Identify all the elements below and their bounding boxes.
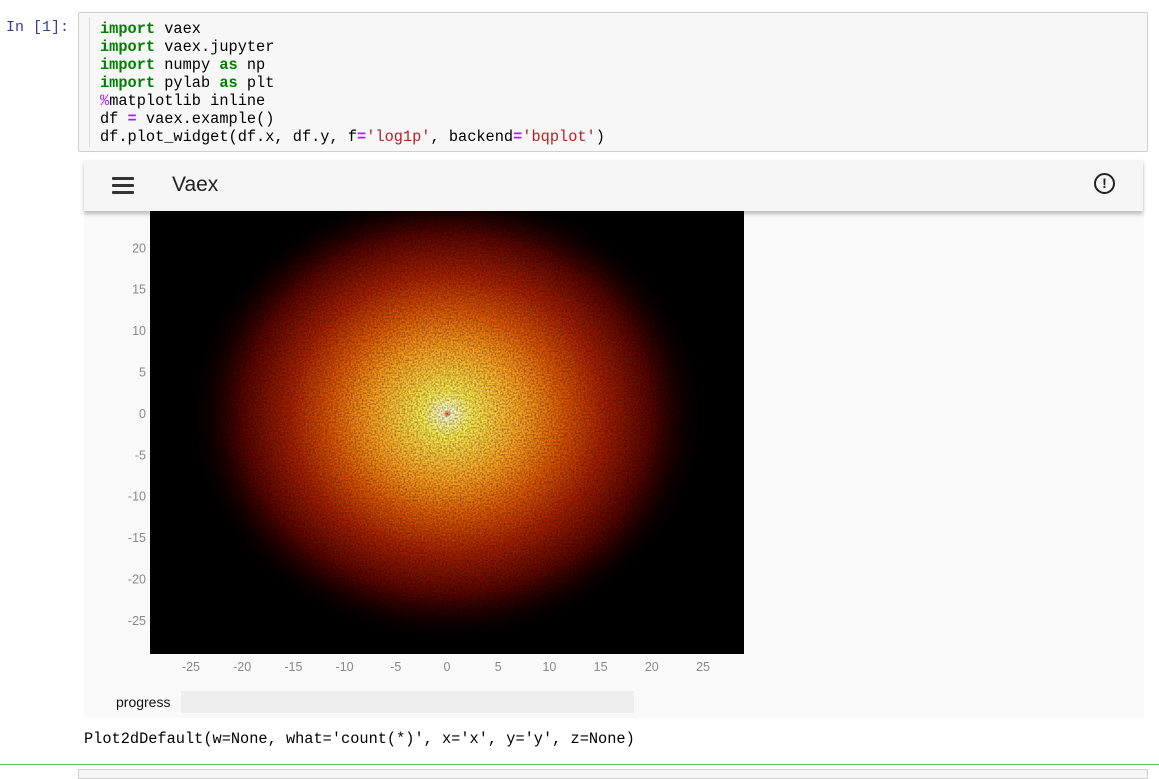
y-tick-label: -20 xyxy=(128,572,146,586)
info-circle-icon[interactable]: ! xyxy=(1094,173,1115,194)
x-tick-label: -15 xyxy=(284,660,302,674)
x-tick-label: 10 xyxy=(542,660,556,674)
y-tick-label: -15 xyxy=(128,531,146,545)
app-title: Vaex xyxy=(172,173,219,196)
progress-label: progress xyxy=(116,694,171,710)
heatmap-plot[interactable]: -25 -20 -15 -10 -5 0 5 10 15 20 25 20 15 10 5 0 -5 -10 -1… xyxy=(84,160,1144,680)
y-tick-label: 15 xyxy=(132,283,146,297)
x-tick-label: -25 xyxy=(182,660,200,674)
x-tick-label: 15 xyxy=(594,660,608,674)
x-tick-label: 5 xyxy=(495,660,502,674)
x-tick-label: -5 xyxy=(390,660,401,674)
y-tick-label: -5 xyxy=(135,448,146,462)
heatmap-noise xyxy=(150,211,744,654)
x-axis: -25 -20 -15 -10 -5 0 5 10 15 20 25 xyxy=(182,660,710,674)
x-tick-label: 20 xyxy=(645,660,659,674)
y-tick-label: -10 xyxy=(128,490,146,504)
y-tick-label: 0 xyxy=(139,407,146,421)
next-cell[interactable] xyxy=(0,764,1159,779)
x-tick-label: -10 xyxy=(336,660,354,674)
x-tick-label: -20 xyxy=(233,660,251,674)
next-cell-editor[interactable] xyxy=(78,769,1148,779)
cell-output: Plot2dDefault(w=None, what='count(*)', x… xyxy=(84,730,635,748)
hamburger-menu-icon[interactable] xyxy=(112,177,134,195)
y-tick-label: 10 xyxy=(132,324,146,338)
y-tick-label: 20 xyxy=(132,241,146,255)
x-tick-label: 25 xyxy=(696,660,710,674)
cell-prompt: In [1]: xyxy=(6,19,70,36)
progress-bar xyxy=(181,691,634,713)
widget-toolbar: Vaex ! xyxy=(84,160,1143,211)
y-axis: 20 15 10 5 0 -5 -10 -15 -20 -25 xyxy=(128,241,146,628)
code-gutter xyxy=(89,17,90,147)
code-cell-editor[interactable]: import vaex import vaex.jupyter import n… xyxy=(78,12,1148,152)
y-tick-label: 5 xyxy=(139,365,146,379)
y-tick-label: -25 xyxy=(128,614,146,628)
vaex-plot-widget: Vaex ! -25 -20 -15 -10 -5 0 5 10 15 20 2… xyxy=(84,160,1144,718)
x-tick-label: 0 xyxy=(444,660,451,674)
code-text[interactable]: import vaex import vaex.jupyter import n… xyxy=(100,20,605,146)
